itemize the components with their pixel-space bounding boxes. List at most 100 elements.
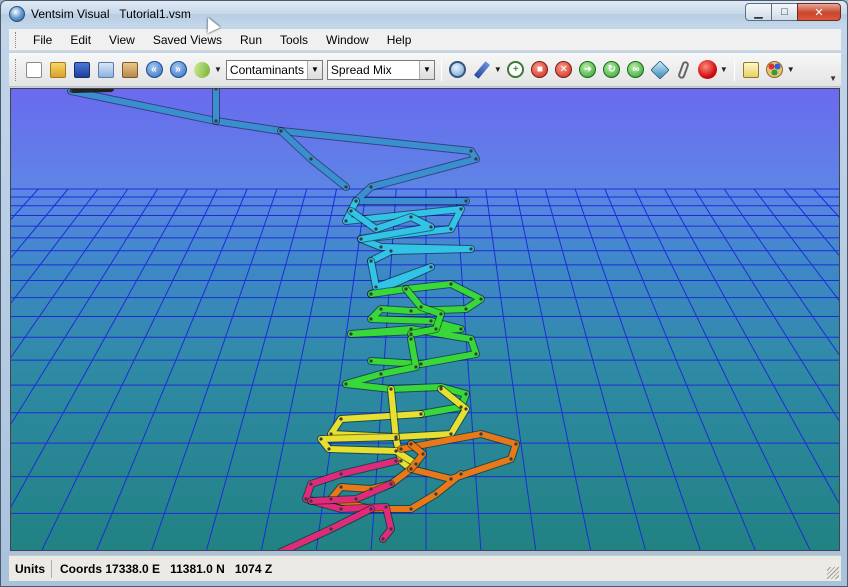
airway-node bbox=[379, 372, 383, 376]
link-button[interactable]: ∞ bbox=[625, 59, 647, 81]
airway-node bbox=[399, 447, 403, 451]
airway-node bbox=[381, 537, 385, 541]
grid-line bbox=[11, 188, 69, 259]
menu-help[interactable]: Help bbox=[378, 30, 421, 50]
airway-node bbox=[469, 247, 473, 251]
delete-button[interactable]: ✕ bbox=[553, 59, 575, 81]
airway-node bbox=[329, 497, 333, 501]
main-toolbar: « » ▼ Contaminants ▼ Spread Mix ▼ ▼ + ■ … bbox=[9, 53, 841, 87]
display-type-combo[interactable]: Contaminants ▼ bbox=[225, 59, 323, 80]
rewind-icon: « bbox=[145, 61, 163, 78]
airway-node bbox=[409, 507, 413, 511]
grid-line bbox=[206, 188, 308, 550]
chevron-down-icon[interactable]: ▼ bbox=[306, 60, 322, 79]
ventilation-network bbox=[67, 89, 520, 551]
color-button[interactable] bbox=[697, 59, 719, 81]
menu-edit[interactable]: Edit bbox=[61, 30, 100, 50]
grid-line bbox=[11, 188, 159, 425]
paste-button[interactable] bbox=[119, 59, 141, 81]
palette-dropdown-icon[interactable]: ▼ bbox=[787, 65, 795, 74]
airway-node bbox=[394, 435, 398, 439]
grid-line bbox=[11, 188, 188, 508]
3d-model-viewport[interactable] bbox=[10, 88, 840, 551]
airway-node bbox=[319, 437, 323, 441]
menu-view[interactable]: View bbox=[100, 30, 144, 50]
open-button[interactable] bbox=[47, 59, 69, 81]
airway-node bbox=[384, 505, 388, 509]
minimize-button[interactable]: ▁ bbox=[745, 3, 772, 21]
new-file-icon bbox=[26, 61, 42, 78]
airway-node bbox=[421, 452, 425, 456]
pen-dropdown-icon[interactable]: ▼ bbox=[494, 65, 502, 74]
airway-node bbox=[394, 449, 398, 453]
toolbar-grip[interactable] bbox=[15, 58, 18, 81]
fast-forward-button[interactable]: » bbox=[167, 59, 189, 81]
zoom-button[interactable] bbox=[447, 59, 469, 81]
add-airway-button[interactable]: + bbox=[505, 59, 527, 81]
new-file-button[interactable] bbox=[23, 59, 45, 81]
ventsim-logo-icon[interactable] bbox=[9, 6, 25, 22]
airway-tool-button[interactable] bbox=[191, 58, 213, 81]
link-icon: ∞ bbox=[627, 61, 645, 78]
maximize-button[interactable]: □ bbox=[771, 3, 798, 21]
status-units[interactable]: Units bbox=[9, 559, 52, 578]
airway-node bbox=[279, 550, 282, 551]
airway-node bbox=[329, 432, 333, 436]
color-dropdown-icon[interactable]: ▼ bbox=[720, 65, 728, 74]
airway-node bbox=[419, 362, 423, 366]
attach-button[interactable] bbox=[673, 59, 695, 81]
close-button[interactable]: ✕ bbox=[797, 3, 841, 21]
menu-saved-views[interactable]: Saved Views bbox=[144, 30, 231, 50]
mine-model-view[interactable] bbox=[11, 89, 840, 551]
airway-node bbox=[464, 199, 468, 203]
view-3d-icon bbox=[650, 59, 670, 80]
view-3d-button[interactable] bbox=[649, 59, 671, 81]
airway-node bbox=[459, 405, 463, 409]
airway-node bbox=[304, 497, 308, 501]
airway-node bbox=[404, 287, 408, 291]
airway-node bbox=[449, 477, 453, 481]
airway-node bbox=[399, 459, 403, 463]
airway-tool-dropdown-icon[interactable]: ▼ bbox=[214, 65, 222, 74]
airway-node bbox=[469, 337, 473, 341]
save-button[interactable] bbox=[71, 59, 93, 81]
airway-node bbox=[509, 457, 513, 461]
pen-button[interactable] bbox=[471, 59, 493, 81]
grid-line bbox=[514, 188, 592, 550]
grid-line bbox=[753, 188, 839, 302]
grid-line bbox=[455, 188, 482, 550]
menu-grip[interactable] bbox=[15, 31, 18, 48]
rewind-button[interactable]: « bbox=[143, 59, 165, 81]
airway-node bbox=[474, 157, 478, 161]
stop-button[interactable]: ■ bbox=[529, 59, 551, 81]
airway-node bbox=[214, 119, 218, 123]
chevron-down-icon[interactable]: ▼ bbox=[418, 60, 434, 79]
airway-segment[interactable] bbox=[343, 336, 469, 417]
menu-tools[interactable]: Tools bbox=[271, 30, 317, 50]
airway-node bbox=[339, 485, 343, 489]
toolbar-separator bbox=[440, 58, 442, 81]
palette-button[interactable] bbox=[764, 59, 786, 81]
toolbar-overflow-icon[interactable]: ▼ bbox=[829, 74, 837, 83]
app-window: Ventsim Visual Tutorial1.vsm ▁ □ ✕ File … bbox=[0, 0, 848, 587]
notes-button[interactable] bbox=[740, 59, 762, 81]
notes-icon bbox=[742, 61, 759, 78]
grid-line bbox=[604, 188, 756, 550]
resize-grip-icon[interactable] bbox=[827, 567, 839, 579]
display-mode-combo[interactable]: Spread Mix ▼ bbox=[326, 59, 435, 80]
grid-line bbox=[634, 188, 811, 550]
grid-line bbox=[783, 188, 839, 257]
airway-segment[interactable] bbox=[278, 506, 374, 551]
airway-segment bbox=[70, 89, 114, 93]
title-bar[interactable]: Ventsim Visual Tutorial1.vsm ▁ □ ✕ bbox=[1, 1, 847, 27]
menu-file[interactable]: File bbox=[24, 30, 61, 50]
grid-line bbox=[41, 188, 218, 550]
status-bar: Units Coords 17338.0 E 11381.0 N 1074 Z bbox=[9, 555, 841, 581]
display-type-value: Contaminants bbox=[229, 62, 304, 77]
airway-node bbox=[419, 412, 423, 416]
copy-button[interactable] bbox=[95, 59, 117, 81]
refresh-button[interactable]: ↻ bbox=[601, 59, 623, 81]
go-forward-button[interactable]: ➜ bbox=[577, 59, 599, 81]
menu-run[interactable]: Run bbox=[231, 30, 271, 50]
menu-window[interactable]: Window bbox=[317, 30, 378, 50]
